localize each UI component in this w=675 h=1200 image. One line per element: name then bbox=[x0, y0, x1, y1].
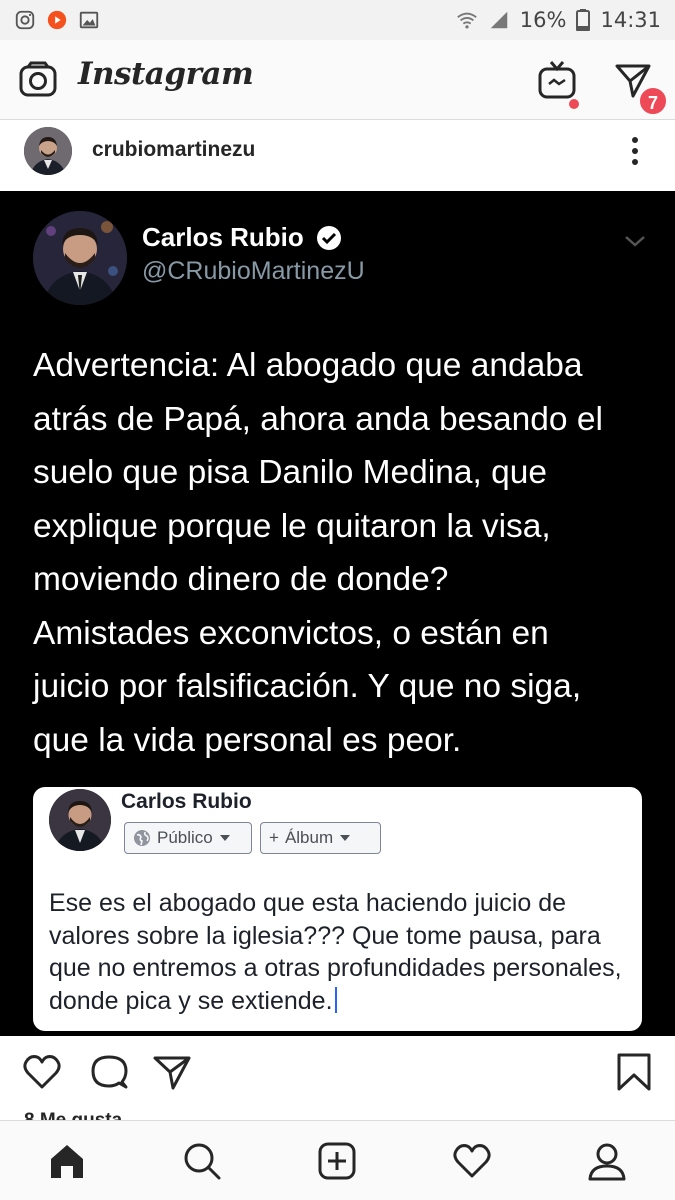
comment-icon[interactable] bbox=[89, 1052, 129, 1092]
youtube-icon bbox=[47, 10, 67, 30]
post-author-username[interactable]: crubiomartinezu bbox=[92, 138, 255, 162]
instagram-logo: Instagram bbox=[78, 56, 254, 92]
save-bookmark-icon[interactable] bbox=[614, 1052, 654, 1092]
post-header: crubiomartinezu bbox=[0, 121, 675, 191]
igtv-icon[interactable] bbox=[537, 60, 577, 100]
profile-icon[interactable] bbox=[587, 1141, 627, 1181]
privacy-label: Público bbox=[157, 828, 213, 847]
fb-avatar-image bbox=[49, 789, 111, 851]
fb-author-name: Carlos Rubio bbox=[121, 790, 252, 813]
like-heart-icon[interactable] bbox=[22, 1052, 62, 1092]
tweet-author-name: Carlos Rubio bbox=[142, 222, 304, 252]
battery-icon bbox=[576, 9, 591, 31]
search-icon[interactable] bbox=[182, 1141, 222, 1181]
privacy-selector: Público bbox=[124, 822, 252, 854]
tweet-text: Advertencia: Al abogado que andaba atrás… bbox=[33, 347, 603, 759]
text-cursor bbox=[334, 986, 337, 1013]
igtv-notification-dot bbox=[569, 99, 579, 109]
dm-count-badge: 7 bbox=[638, 86, 668, 116]
app-header: Instagram 7 bbox=[0, 40, 675, 120]
activity-heart-icon[interactable] bbox=[452, 1141, 492, 1181]
globe-icon bbox=[134, 830, 150, 846]
album-selector: + Álbum bbox=[260, 822, 381, 854]
new-post-icon[interactable] bbox=[317, 1141, 357, 1181]
camera-icon[interactable] bbox=[18, 60, 58, 100]
chevron-down-icon bbox=[625, 236, 645, 247]
post-author-avatar[interactable] bbox=[24, 127, 72, 175]
bottom-navigation bbox=[0, 1120, 675, 1200]
more-options-icon[interactable] bbox=[620, 133, 650, 169]
clock: 14:31 bbox=[600, 8, 661, 32]
share-send-icon[interactable] bbox=[152, 1052, 192, 1092]
battery-percent: 16% bbox=[519, 8, 567, 32]
status-right: 16% 14:31 bbox=[456, 8, 661, 32]
status-bar: 16% 14:31 bbox=[0, 0, 675, 40]
gallery-icon bbox=[79, 11, 99, 29]
home-icon[interactable] bbox=[47, 1141, 87, 1181]
post-image[interactable]: Carlos Rubio @CRubioMartinezU Advertenci… bbox=[0, 191, 675, 1036]
post-action-bar: 8 Me gusta bbox=[0, 1036, 675, 1131]
verified-badge-icon bbox=[317, 226, 341, 250]
wifi-icon bbox=[457, 12, 477, 29]
fb-author-avatar bbox=[49, 789, 111, 851]
fb-post-text: Ese es el abogado que esta haciendo juic… bbox=[49, 887, 634, 1017]
instagram-icon bbox=[15, 10, 35, 30]
status-left-icons bbox=[14, 9, 100, 31]
tweet-author-handle: @CRubioMartinezU bbox=[142, 257, 365, 285]
signal-icon bbox=[490, 11, 508, 29]
caret-down-icon bbox=[340, 835, 351, 841]
tweet-avatar-image bbox=[33, 211, 127, 305]
embedded-facebook-post: Carlos Rubio Público + Álbum Ese es el a… bbox=[33, 787, 642, 1031]
album-label: Álbum bbox=[284, 828, 334, 847]
tweet-author-avatar bbox=[33, 211, 127, 305]
caret-down-icon bbox=[219, 835, 230, 841]
avatar-image bbox=[24, 127, 72, 175]
plus-icon: + bbox=[269, 828, 279, 847]
